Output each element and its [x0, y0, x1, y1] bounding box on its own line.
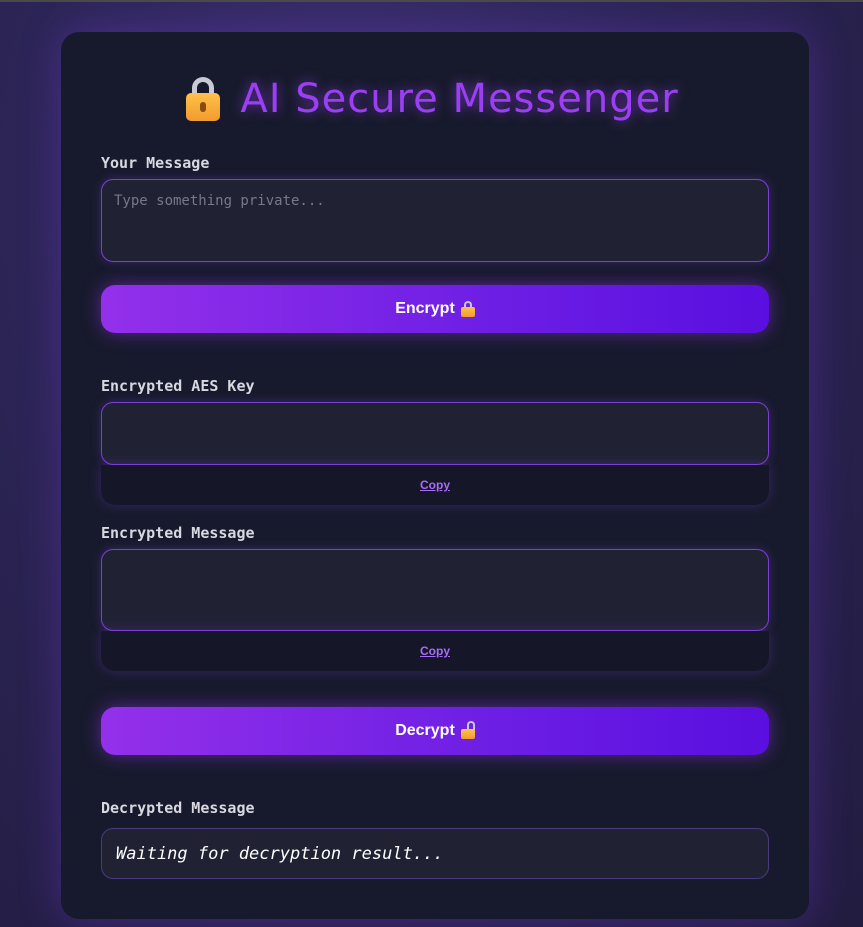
aes-key-output[interactable] — [102, 403, 768, 464]
encrypted-message-field — [101, 549, 769, 631]
app-header: AI Secure Messenger — [0, 76, 863, 122]
message-input[interactable] — [102, 180, 768, 261]
copy-encrypted-message-button[interactable]: Copy — [420, 644, 450, 658]
encrypted-message-output[interactable] — [102, 550, 768, 630]
decrypted-message-output: Waiting for decryption result... — [101, 828, 769, 879]
decrypted-message-label: Decrypted Message — [101, 799, 255, 817]
aes-key-field — [101, 402, 769, 465]
decrypt-button[interactable]: Decrypt — [101, 707, 769, 755]
encrypt-button[interactable]: Encrypt — [101, 285, 769, 333]
window-top-border — [0, 0, 863, 2]
message-label: Your Message — [101, 154, 210, 172]
encrypt-button-label: Encrypt — [395, 300, 455, 317]
decrypted-result-text: Waiting for decryption result... — [116, 843, 444, 864]
locked-icon — [460, 301, 475, 317]
copy-aes-key-button[interactable]: Copy — [420, 478, 450, 492]
aes-key-copy-bar: Copy — [101, 465, 769, 505]
unlocked-icon — [460, 721, 475, 739]
app-title: AI Secure Messenger — [240, 76, 679, 122]
aes-key-label: Encrypted AES Key — [101, 377, 255, 395]
lock-icon — [184, 77, 222, 121]
encrypted-message-label: Encrypted Message — [101, 524, 255, 542]
decrypt-button-label: Decrypt — [395, 722, 455, 739]
encrypted-message-copy-bar: Copy — [101, 631, 769, 671]
message-field — [101, 179, 769, 262]
